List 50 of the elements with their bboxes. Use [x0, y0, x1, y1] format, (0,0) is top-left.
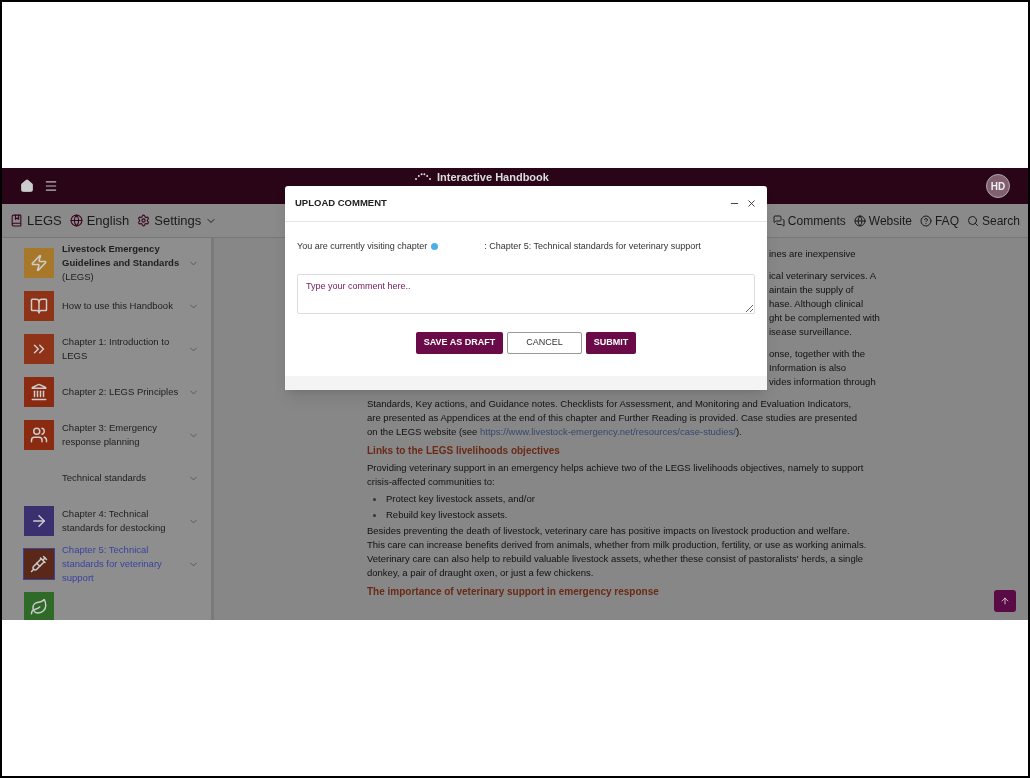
- section-heading: The importance of veterinary support in emergency response: [367, 585, 660, 599]
- cancel-button[interactable]: CANCEL: [507, 331, 582, 354]
- sidebar-item[interactable]: Chapter 3: Emergency response planning: [24, 418, 199, 452]
- comments-icon: [772, 214, 785, 227]
- toolbar-button[interactable]: FAQ: [919, 211, 959, 230]
- sidebar-item[interactable]: Chapter 2: LEGS Principles: [24, 375, 199, 409]
- globe-icon: [853, 214, 866, 227]
- sidebar-item[interactable]: Chapter 1: Introduction to LEGS: [24, 332, 199, 366]
- list-item: Protect key livestock assets, and/or: [386, 492, 535, 506]
- toolbar-button[interactable]: Search: [966, 211, 1020, 230]
- toolbar-button[interactable]: LEGS: [10, 210, 62, 231]
- toolbar-button[interactable]: Settings: [137, 210, 218, 231]
- scroll-top-button[interactable]: [994, 590, 1016, 612]
- paragraph: Standards, Key actions, and Guidance notes. Checklists for Assessment, and Monitoring and Evaluation Indicators, are presented as Appendices at the end of this chapter and Further Reading is provided. Case studies are presented on the LEGS website (see https://www.livestock-emergency.net/resources/case-studies/).: [367, 397, 859, 439]
- sidebar-item[interactable]: Chapter 4: Technical standards for destocking: [24, 504, 199, 538]
- action-button[interactable]: SAVE AS DRAFT: [415, 331, 504, 354]
- home-icon[interactable]: [20, 179, 34, 193]
- paragraph: Besides preventing the death of livestock, veterinary care has positive impacts on livestock production and welfare. This care can increase benefits derived from animals, whether from milk production, fertility, or use as working animals. Veterinary care can also help to rebuild valuable livestock assets, whether these consist of pastoralists' herds, a single donkey, a pair of draught oxen, or just a few chickens.: [367, 524, 868, 580]
- help-icon: [919, 214, 932, 227]
- globe-icon: [69, 214, 83, 227]
- book-icon: [10, 214, 23, 227]
- sidebar-item[interactable]: Technical standards: [24, 461, 199, 495]
- action-button[interactable]: SUBMIT: [585, 331, 637, 354]
- toolbar-button[interactable]: Website: [853, 211, 912, 230]
- bullet-icon: [373, 497, 376, 501]
- avatar[interactable]: HD: [986, 174, 1010, 198]
- paragraph-fragment: ines are inexpensive: [769, 247, 856, 261]
- section-heading: Links to the LEGS livelihoods objectives: [367, 444, 561, 458]
- toolbar-button[interactable]: Comments: [772, 211, 846, 230]
- paragraph: Providing veterinary support in an emergency helps achieve two of the LEGS livelihoods objectives, namely to support crisis-affected communities to:: [367, 461, 865, 489]
- toolbar-button[interactable]: English: [69, 210, 130, 231]
- sidebar-item[interactable]: Chapter 5: Technical standards for veterinary support: [24, 547, 199, 581]
- settings-icon: [137, 214, 151, 227]
- paragraph-fragment: onse, together with the Information is also vides information through: [769, 347, 876, 389]
- app-title: Interactive Handbook: [437, 171, 549, 183]
- logo-icon: [415, 173, 432, 180]
- chapter-name: : Chapter 5: Technical standards for veterinary support: [484, 240, 701, 253]
- arrow-up-icon: [1000, 596, 1010, 606]
- visiting-label: You are currently visiting chapter: [297, 240, 428, 253]
- comment-field[interactable]: Type your comment here..: [297, 273, 755, 314]
- paragraph-fragment: ical veterinary services. A aintain the supply of hase. Although clinical ght be complemented with isease surveillance.: [769, 269, 880, 339]
- list-item: Rebuild key livestock assets.: [386, 508, 508, 522]
- menu-icon[interactable]: [44, 179, 58, 193]
- link[interactable]: https://www.livestock-emergency.net/resources/case-studies/: [480, 426, 736, 437]
- close-icon[interactable]: [746, 198, 757, 209]
- modal-title: UPLOAD COMMENT: [295, 196, 387, 211]
- bullet-icon: [373, 513, 376, 517]
- search-icon: [966, 214, 979, 227]
- sidebar-item[interactable]: Livestock Emergency Guidelines and Standards (LEGS): [24, 246, 199, 280]
- sidebar-item[interactable]: How to use this Handbook: [24, 289, 199, 323]
